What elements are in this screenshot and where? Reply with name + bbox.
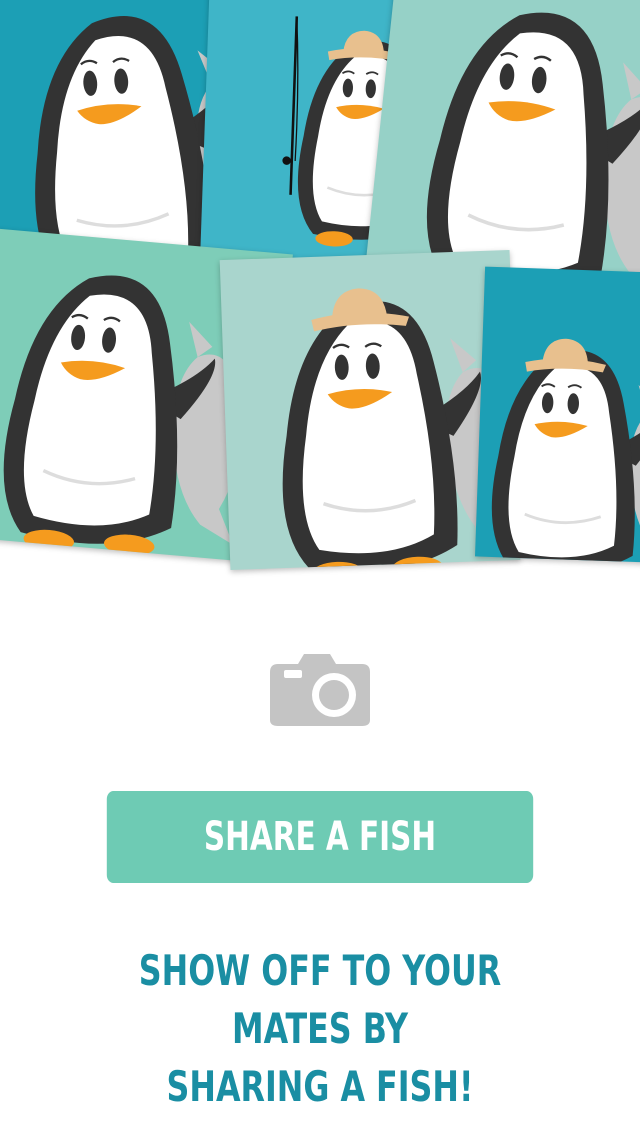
share-a-fish-button[interactable]: SHARE A FISH	[106, 791, 534, 883]
penguin-illustration	[491, 338, 640, 564]
tagline-line-2: SHARING A FISH!	[166, 1062, 474, 1111]
tagline: SHOW OFF TO YOUR MATES BY SHARING A FISH…	[85, 942, 555, 1116]
camera-icon[interactable]	[268, 650, 372, 728]
photo-penguin-hat-fish-2	[475, 266, 640, 564]
penguin-photo-collage	[0, 0, 640, 580]
tagline-line-1: SHOW OFF TO YOUR MATES BY	[138, 946, 502, 1053]
